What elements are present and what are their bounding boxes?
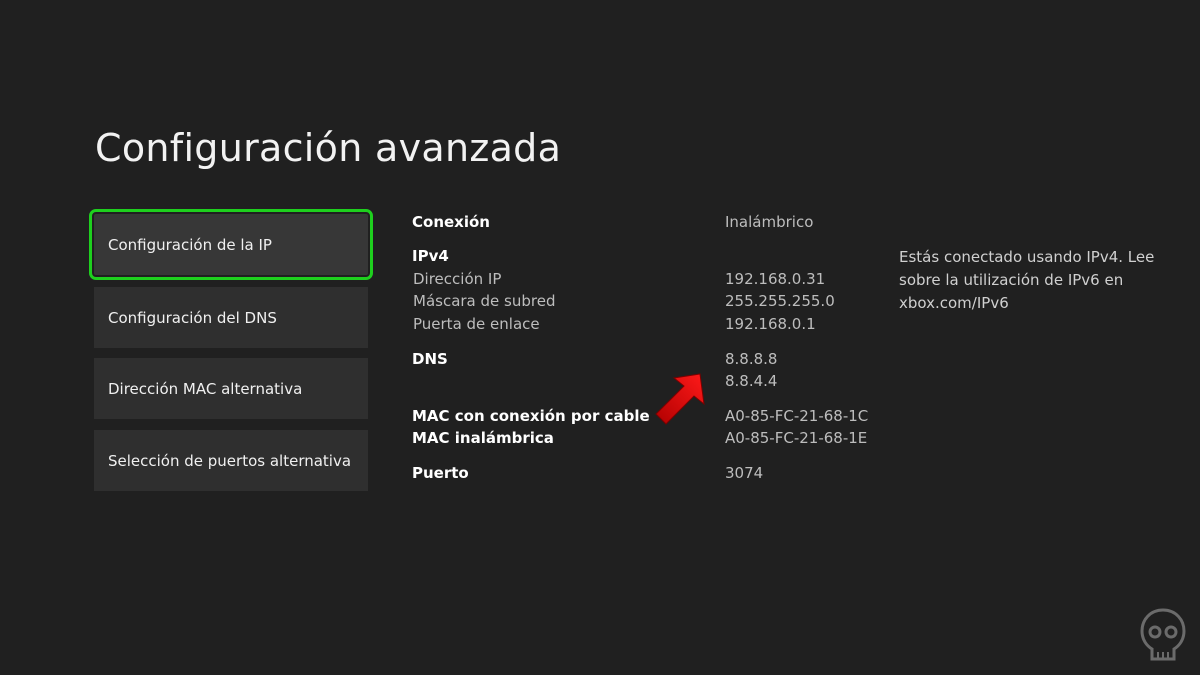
ip-address-label: Dirección IP [413, 270, 502, 288]
mac-wireless-label: MAC inalámbrica [412, 429, 554, 447]
menu-item-label: Dirección MAC alternativa [108, 379, 303, 398]
connection-label: Conexión [412, 213, 490, 231]
port-label: Puerto [412, 464, 469, 482]
gateway-label: Puerta de enlace [413, 315, 540, 333]
page-title: Configuración avanzada [95, 126, 562, 170]
gateway-value: 192.168.0.1 [725, 315, 816, 333]
dns-primary-value: 8.8.8.8 [725, 350, 778, 368]
ipv4-heading: IPv4 [412, 247, 449, 265]
mac-wireless-value: A0-85-FC-21-68-1E [725, 429, 868, 447]
connection-value: Inalámbrico [725, 213, 814, 231]
menu-item-dns-settings[interactable]: Configuración del DNS [94, 287, 368, 348]
subnet-mask-label: Máscara de subred [413, 292, 556, 310]
menu-item-ip-settings[interactable]: Configuración de la IP [89, 209, 373, 280]
port-value: 3074 [725, 464, 764, 482]
dns-label: DNS [412, 350, 448, 368]
mac-wired-label: MAC con conexión por cable [412, 407, 650, 425]
dns-secondary-value: 8.8.4.4 [725, 372, 778, 390]
red-arrow-icon [655, 373, 705, 425]
mac-wired-value: A0-85-FC-21-68-1C [725, 407, 869, 425]
menu-item-label: Configuración de la IP [108, 235, 272, 254]
watermark-logo-icon [1140, 608, 1186, 661]
menu-item-label: Selección de puertos alternativa [108, 451, 352, 470]
menu-item-alternate-ports[interactable]: Selección de puertos alternativa [94, 430, 368, 491]
ip-address-value: 192.168.0.31 [725, 270, 826, 288]
ipv6-info-note: Estás conectado usando IPv4. Lee sobre l… [899, 248, 1155, 312]
menu-item-label: Configuración del DNS [108, 308, 277, 327]
menu-item-alternate-mac[interactable]: Dirección MAC alternativa [94, 358, 368, 419]
subnet-mask-value: 255.255.255.0 [725, 292, 835, 310]
